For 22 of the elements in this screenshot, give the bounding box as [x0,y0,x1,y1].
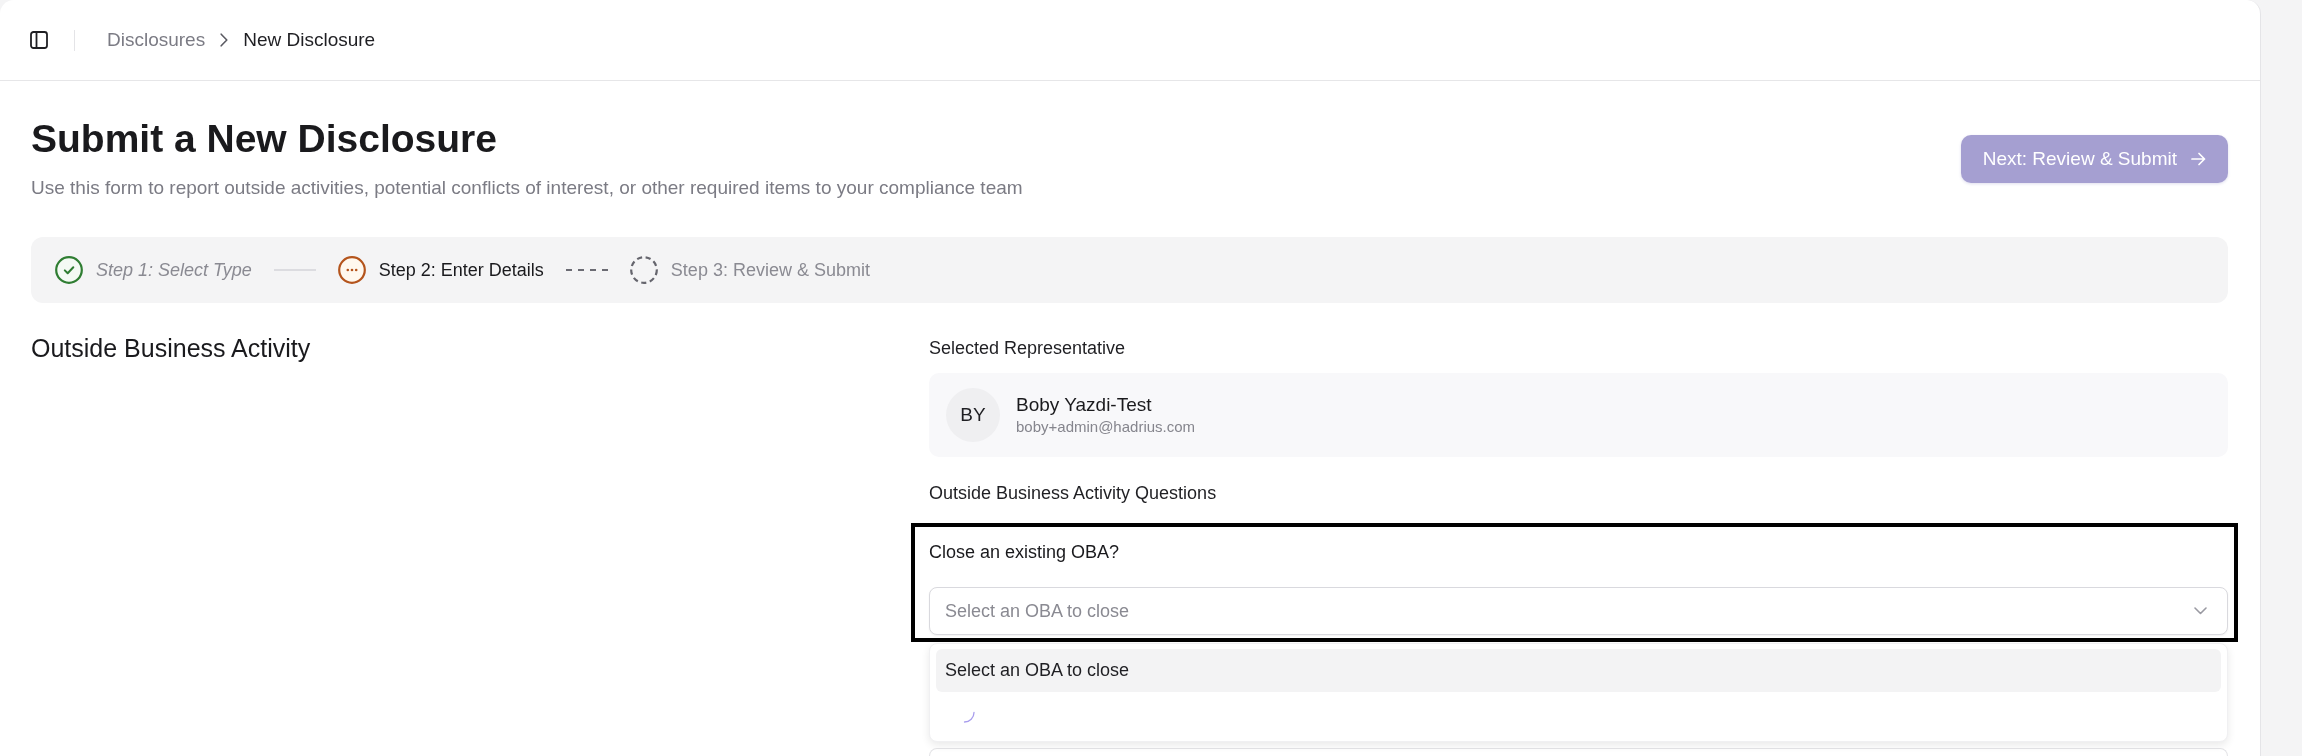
step-connector [565,269,608,271]
page-title: Submit a New Disclosure [31,116,498,162]
page-subtitle: Use this form to report outside activities, potential conflicts of interest, or other required items to your compliance team [31,176,1023,200]
representative-email: boby+admin@hadrius.com [1016,417,1196,437]
field-heading: Selected Representative [929,337,1127,360]
breadcrumb-current: New Disclosure [243,29,376,51]
sidebar-toggle-icon[interactable] [30,31,48,49]
step-label: Step 2: Enter Details [378,259,544,281]
avatar-initials: BY [946,388,1000,442]
questions-heading: Outside Business Activity Questions [929,482,1218,505]
chevron-down-icon [2194,607,2207,615]
arrow-right-icon [2191,152,2206,166]
chevron-right-icon [220,33,229,47]
select-field[interactable] [929,748,2228,756]
representative-name: Boby Yazdi-Test [1016,393,1153,417]
step-label: Step 1: Select Type [96,259,252,281]
select-field[interactable]: Select an OBA to close [929,587,2228,635]
section-title: Outside Business Activity [31,333,312,363]
step-label: Step 3: Review & Submit [670,259,870,281]
question-label: Close an existing OBA? [929,541,1121,564]
breadcrumb-link[interactable]: Disclosures [107,29,206,51]
dropdown-option[interactable]: Select an OBA to close [936,649,2221,692]
